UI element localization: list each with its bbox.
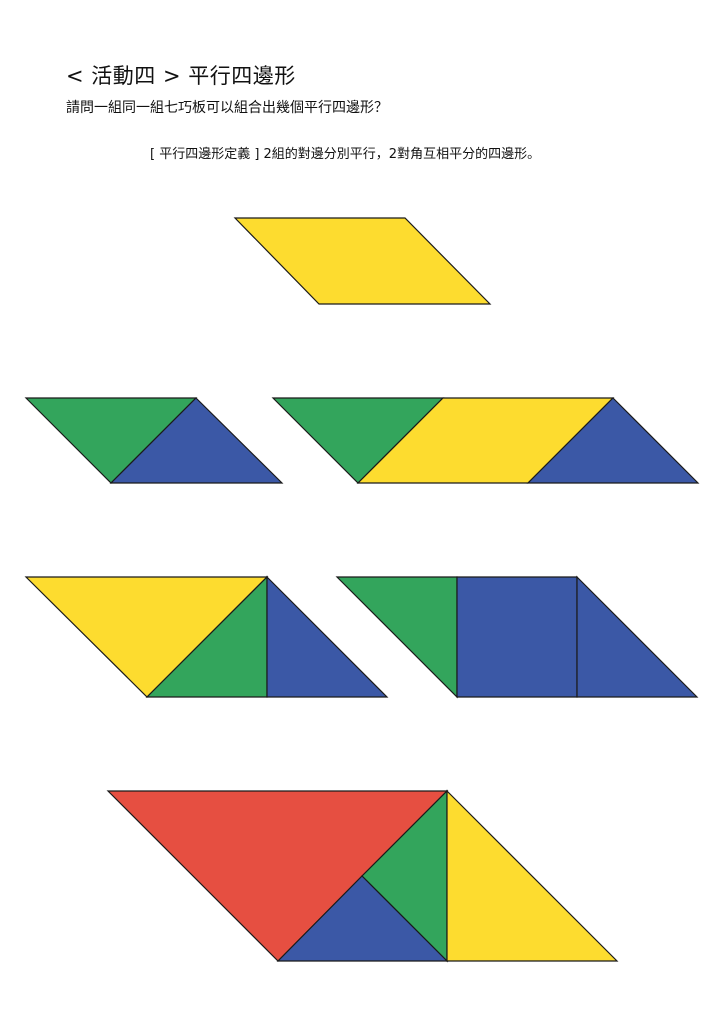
figure-6-large-combo (106, 789, 619, 963)
piece-blue-square (456, 576, 578, 698)
figure-2-two-triangles (24, 397, 284, 484)
figure-5-square-combo (335, 575, 699, 699)
figure-1-parallelogram (233, 217, 492, 305)
piece-yellow-large-triangle (446, 789, 619, 962)
piece-blue-triangle (576, 575, 699, 698)
figure-4-large-triangle-combo (24, 575, 389, 698)
tangram-figures (24, 217, 700, 963)
piece-yellow-parallelogram (233, 217, 492, 305)
figure-3-three-pieces (271, 397, 700, 484)
